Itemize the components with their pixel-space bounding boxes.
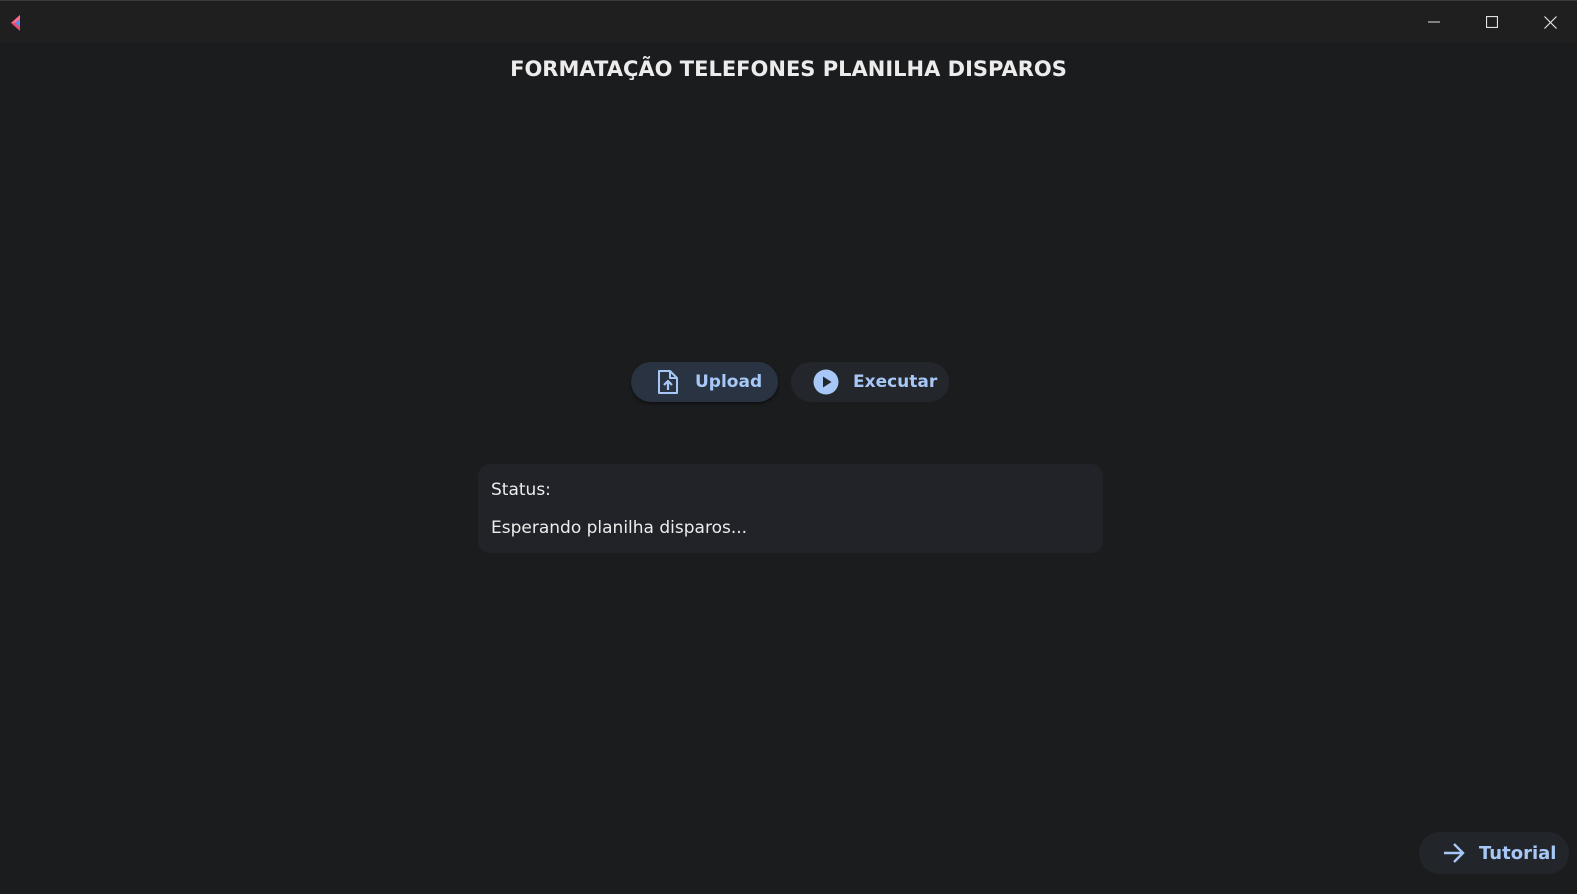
app-window: FORMATAÇÃO TELEFONES PLANILHA DISPAROS U… <box>0 0 1577 894</box>
minimize-icon <box>1428 21 1440 23</box>
status-panel: Status: Esperando planilha disparos... <box>478 464 1103 553</box>
maximize-button[interactable] <box>1463 1 1521 43</box>
tutorial-button[interactable]: Tutorial <box>1419 832 1569 874</box>
play-circle-icon <box>813 369 839 395</box>
status-message: Esperando planilha disparos... <box>491 518 748 538</box>
app-logo-icon <box>8 13 28 33</box>
title-bar[interactable] <box>0 1 1577 43</box>
status-label: Status: <box>491 480 551 500</box>
execute-button[interactable]: Executar <box>791 362 949 402</box>
minimize-button[interactable] <box>1405 1 1463 43</box>
upload-button-label: Upload <box>695 372 763 392</box>
page-title: FORMATAÇÃO TELEFONES PLANILHA DISPAROS <box>510 57 1067 81</box>
close-button[interactable] <box>1521 1 1577 43</box>
execute-button-label: Executar <box>853 372 938 392</box>
maximize-icon <box>1486 16 1498 28</box>
tutorial-button-label: Tutorial <box>1479 842 1557 864</box>
file-upload-icon <box>655 369 681 395</box>
arrow-right-icon <box>1441 840 1467 866</box>
close-icon <box>1543 15 1557 29</box>
upload-button[interactable]: Upload <box>631 362 778 402</box>
